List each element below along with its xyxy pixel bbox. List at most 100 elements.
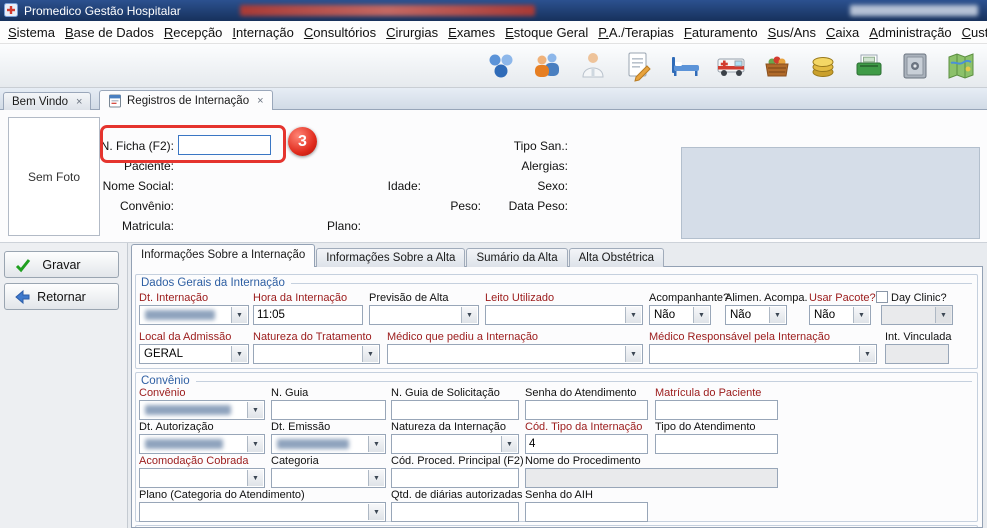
menu-item-pa-terapias[interactable]: P.A./Terapias <box>593 25 679 40</box>
supplies-icon[interactable] <box>759 48 795 84</box>
day-clinic-label: Day Clinic? <box>891 292 947 304</box>
chevron-down-icon[interactable]: ▼ <box>231 346 247 362</box>
tab-alta-obstetrica[interactable]: Alta Obstétrica <box>569 248 664 267</box>
chevron-down-icon[interactable]: ▼ <box>362 346 378 362</box>
chevron-down-icon[interactable]: ▼ <box>693 307 709 323</box>
matricula-paciente-input[interactable] <box>655 400 778 420</box>
natureza-tratamento-combo[interactable]: ▼ <box>253 344 380 364</box>
categoria-combo[interactable]: ▼ <box>271 468 386 488</box>
tab-informacoes-internacao[interactable]: Informações Sobre a Internação <box>131 244 315 267</box>
close-icon[interactable]: × <box>257 95 263 107</box>
retornar-button[interactable]: Retornar <box>4 283 119 310</box>
retornar-button-label: Retornar <box>37 290 86 304</box>
app-icon <box>4 3 18 17</box>
exam-form-icon[interactable] <box>621 48 657 84</box>
redacted-value <box>145 439 223 449</box>
tipo-atendimento-input[interactable] <box>655 434 778 454</box>
acompanhante-combo[interactable]: Não ▼ <box>649 305 711 325</box>
hospital-bed-icon[interactable] <box>667 48 703 84</box>
n-guia-input[interactable] <box>271 400 386 420</box>
chevron-down-icon[interactable]: ▼ <box>247 436 263 452</box>
idade-label: Idade: <box>351 179 421 193</box>
menu-item-administracao[interactable]: Administração <box>864 25 956 40</box>
dt-emissao-combo[interactable]: ▼ <box>271 434 386 454</box>
menu-item-exames[interactable]: Exames <box>443 25 500 40</box>
users-group-icon[interactable] <box>483 48 519 84</box>
leito-utilizado-label: Leito Utilizado <box>485 292 554 304</box>
gold-icon[interactable] <box>805 48 841 84</box>
hora-internacao-input[interactable] <box>253 305 363 325</box>
dt-autorizacao-combo[interactable]: ▼ <box>139 434 265 454</box>
map-icon[interactable] <box>943 48 979 84</box>
chevron-down-icon[interactable]: ▼ <box>368 470 384 486</box>
alimen-acompa-label: Alimen. Acompa. <box>725 292 808 304</box>
qtd-diarias-input[interactable] <box>391 502 519 522</box>
chevron-down-icon[interactable]: ▼ <box>247 402 263 418</box>
chevron-down-icon[interactable]: ▼ <box>859 346 875 362</box>
safe-icon[interactable] <box>897 48 933 84</box>
plano-header-label: Plano: <box>291 219 361 233</box>
chevron-down-icon[interactable]: ▼ <box>625 307 641 323</box>
senha-atendimento-input[interactable] <box>525 400 648 420</box>
doctor-icon[interactable] <box>575 48 611 84</box>
menu-item-faturamento[interactable]: Faturamento <box>679 25 763 40</box>
annotation-step-badge: 3 <box>288 127 317 156</box>
chevron-down-icon[interactable]: ▼ <box>501 436 517 452</box>
chevron-down-icon[interactable]: ▼ <box>625 346 641 362</box>
menu-item-sus-ans[interactable]: Sus/Ans <box>763 25 821 40</box>
alimen-acompa-combo[interactable]: Não ▼ <box>725 305 787 325</box>
menu-item-estoque-geral[interactable]: Estoque Geral <box>500 25 593 40</box>
menu-item-cirurgias[interactable]: Cirurgias <box>381 25 443 40</box>
money-icon[interactable] <box>851 48 887 84</box>
chevron-down-icon[interactable]: ▼ <box>853 307 869 323</box>
tab-label: Registros de Internação <box>127 95 249 107</box>
cod-tipo-internacao-input[interactable] <box>525 434 648 454</box>
tab-registros-internacao[interactable]: Registros de Internação × <box>99 90 273 110</box>
local-admissao-combo[interactable]: GERAL ▼ <box>139 344 249 364</box>
natureza-internacao-combo[interactable]: ▼ <box>391 434 519 454</box>
previsao-alta-label: Previsão de Alta <box>369 292 449 304</box>
chevron-down-icon[interactable]: ▼ <box>935 307 951 323</box>
menu-item-sistema[interactable]: Sistema <box>3 25 60 40</box>
medico-pediu-combo[interactable]: ▼ <box>387 344 643 364</box>
plano-categoria-combo[interactable]: ▼ <box>139 502 386 522</box>
convenio-combo[interactable]: ▼ <box>139 400 265 420</box>
chevron-down-icon[interactable]: ▼ <box>368 436 384 452</box>
leito-utilizado-combo[interactable]: ▼ <box>485 305 643 325</box>
chevron-down-icon[interactable]: ▼ <box>769 307 785 323</box>
chevron-down-icon[interactable]: ▼ <box>368 504 384 520</box>
tab-informacoes-alta[interactable]: Informações Sobre a Alta <box>316 248 465 267</box>
menu-item-caixa[interactable]: Caixa <box>821 25 864 40</box>
menu-item-internacao[interactable]: Internação <box>227 25 298 40</box>
day-clinic-combo[interactable]: ▼ <box>881 305 953 325</box>
int-vinculada-input[interactable] <box>885 344 949 364</box>
previsao-alta-combo[interactable]: ▼ <box>369 305 479 325</box>
day-clinic-checkbox[interactable] <box>876 291 888 303</box>
menu-item-base-de-dados[interactable]: Base de Dados <box>60 25 159 40</box>
convenio-label: Convênio <box>139 387 185 399</box>
dt-internacao-combo[interactable]: ▼ <box>139 305 249 325</box>
ambulance-icon[interactable] <box>713 48 749 84</box>
window-title: Promedico Gestão Hospitalar <box>24 4 181 18</box>
tab-sumario-alta[interactable]: Sumário da Alta <box>466 248 567 267</box>
acomodacao-cobrada-combo[interactable]: ▼ <box>139 468 265 488</box>
nome-procedimento-input[interactable] <box>525 468 778 488</box>
senha-aih-input[interactable] <box>525 502 648 522</box>
medico-responsavel-combo[interactable]: ▼ <box>649 344 877 364</box>
chevron-down-icon[interactable]: ▼ <box>461 307 477 323</box>
chevron-down-icon[interactable]: ▼ <box>231 307 247 323</box>
form-icon <box>108 94 122 108</box>
reception-icon[interactable] <box>529 48 565 84</box>
n-guia-solicitacao-input[interactable] <box>391 400 519 420</box>
menu-item-recepcao[interactable]: Recepção <box>159 25 228 40</box>
cod-proced-principal-input[interactable] <box>391 468 519 488</box>
menu-item-custo[interactable]: Custo <box>957 25 987 40</box>
gravar-button[interactable]: Gravar <box>4 251 119 278</box>
chevron-down-icon[interactable]: ▼ <box>247 470 263 486</box>
close-icon[interactable]: × <box>76 96 82 108</box>
tab-bem-vindo[interactable]: Bem Vindo × <box>3 92 91 110</box>
usar-pacote-combo[interactable]: Não ▼ <box>809 305 871 325</box>
menu-item-consultorios[interactable]: Consultórios <box>299 25 381 40</box>
natureza-internacao-label: Natureza da Internação <box>391 421 506 433</box>
alergias-panel <box>681 147 980 239</box>
